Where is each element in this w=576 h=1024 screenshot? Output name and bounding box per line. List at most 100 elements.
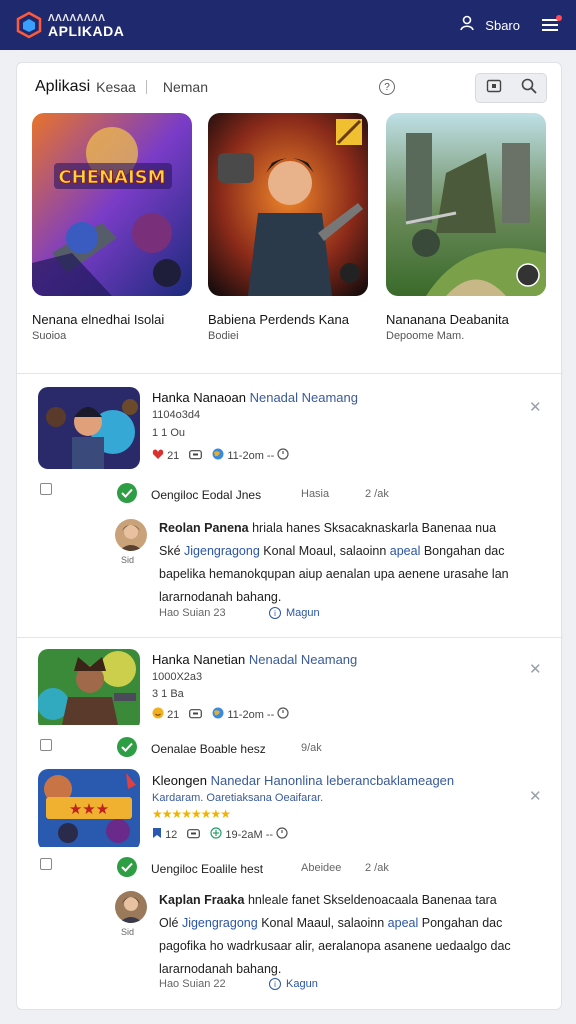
comment-icon[interactable]: [189, 450, 203, 461]
tag-right: 2 /ak: [365, 488, 389, 500]
post-title-main: Hanka Nanaoan: [152, 390, 246, 405]
time-stat: 19-2aM --: [225, 828, 274, 841]
comment-link-2[interactable]: apeal: [388, 916, 419, 930]
post-title-1[interactable]: Hanka Nanaoan Nenadal Neamang: [152, 390, 358, 405]
help-icon[interactable]: ?: [379, 79, 395, 95]
tab-neman[interactable]: Neman: [163, 79, 208, 95]
featured-subtitle-1: Suoioa: [32, 330, 67, 342]
time-stat: 11-2om --: [227, 708, 275, 721]
featured-title-1[interactable]: Nenana elnedhai Isolai: [32, 312, 192, 327]
svg-text:★★★: ★★★: [69, 800, 109, 818]
comment-line-2-mid: Konal Moaul, salaoinn: [263, 544, 387, 558]
comment-link-2[interactable]: apeal: [390, 544, 421, 558]
post-divider: [17, 637, 563, 638]
comment-reply-link[interactable]: i Kagun: [269, 978, 318, 990]
view-toggle-icon[interactable]: [486, 79, 502, 98]
search-icon[interactable]: [521, 78, 537, 99]
comment-icon[interactable]: [187, 829, 201, 840]
close-icon[interactable]: ✕: [529, 398, 542, 416]
tab-separator: [145, 80, 147, 94]
logo-line-2: APLIKADA: [48, 23, 125, 39]
tab-aplikasi[interactable]: Aplikasi: [35, 78, 90, 96]
comment-line-1: hnleale fanet Skseldenoacaala Banenaa ta…: [247, 893, 497, 907]
post-title-accent: Nanedar Hanonlina leberancbaklameagen: [210, 773, 455, 788]
post-title-2[interactable]: Hanka Nanetian Nenadal Neamang: [152, 652, 357, 667]
avatar[interactable]: [115, 519, 147, 551]
post-title-3[interactable]: Kleongen Nanedar Hanonlina leberancbakla…: [152, 773, 454, 788]
select-checkbox-1[interactable]: [40, 483, 52, 495]
like-count: 12: [165, 828, 178, 841]
comment-date: Hao Suian 22: [159, 978, 226, 990]
featured-title-3[interactable]: Nananana Deabanita: [386, 312, 546, 327]
post-title-accent: Nenadal Neamang: [248, 652, 358, 667]
post-title-main: Kleongen: [152, 773, 207, 788]
select-checkbox-3[interactable]: [40, 858, 52, 870]
heart-icon[interactable]: [152, 448, 164, 463]
post-meta-1a: 1104o3d4: [152, 409, 201, 421]
tag-mid: Abeidee: [301, 862, 342, 874]
comment-line-2-start: Olé: [159, 916, 179, 930]
close-icon[interactable]: ✕: [529, 660, 542, 678]
content-card: Aplikasi Kesaa Neman ? CHENAISM Nenana e…: [16, 62, 563, 1010]
tab-kesaa[interactable]: Kesaa: [96, 79, 136, 95]
featured-image-3[interactable]: [386, 113, 546, 296]
close-icon[interactable]: ✕: [529, 787, 542, 805]
emoji-icon[interactable]: [152, 707, 164, 722]
post-meta-1b: 1 1 Ou: [152, 427, 186, 439]
menu-icon[interactable]: [542, 15, 562, 32]
comment-body-3: Kaplan Fraaka hnleale fanet Skseldenoaca…: [159, 889, 531, 981]
featured-card-1[interactable]: CHENAISM Nenana elnedhai Isolai Suoioa: [32, 113, 192, 342]
post-tag-row-2: Oenalae Boable hesz 9/ak: [151, 742, 411, 756]
post-meta-2b: 3 1 Ba: [152, 688, 184, 700]
app-logo-text: ΛΛΛΛΛΛΛΛ APLIKADA: [48, 12, 124, 38]
comment-line-4: lararnodanah bahang.: [159, 590, 282, 604]
post-tag-row-1: Oengiloc Eodal Jnes Hasia 2 /ak: [151, 488, 411, 502]
comment-line-2-end: Bongahan dac: [423, 544, 505, 558]
post-stats-1: 21 11-2om --: [152, 448, 299, 463]
comment-author[interactable]: Kaplan Fraaka: [159, 893, 244, 907]
post-stats-2: 21 11-2om --: [152, 707, 299, 722]
tag-title[interactable]: Oenalae Boable hesz: [151, 742, 266, 756]
logo-line-1: ΛΛΛΛΛΛΛΛ: [48, 13, 106, 24]
rating-stars: ★★★★★★★★: [152, 807, 231, 821]
tag-title[interactable]: Uengiloc Eoalile hest: [151, 862, 263, 876]
select-checkbox-2[interactable]: [40, 739, 52, 751]
comment-reply-label: Magun: [286, 607, 320, 619]
clock-icon: [277, 448, 289, 463]
app-logo-icon[interactable]: [16, 11, 42, 39]
comment-reply-link[interactable]: i Magun: [269, 607, 320, 619]
comment-icon[interactable]: [189, 709, 203, 720]
avatar[interactable]: [115, 891, 147, 923]
add-circle-icon[interactable]: [210, 827, 222, 842]
featured-image-2[interactable]: [208, 113, 368, 296]
tag-mid: Hasia: [301, 488, 330, 500]
bookmark-icon[interactable]: [152, 827, 162, 842]
time-stat: 11-2om --: [227, 449, 275, 462]
globe-icon: [212, 448, 224, 463]
post-thumb-2[interactable]: [38, 649, 140, 731]
comment-author[interactable]: Reolan Panena: [159, 521, 249, 535]
featured-card-3[interactable]: Nananana Deabanita Depoome Mam.: [386, 113, 546, 342]
like-count: 21: [167, 708, 180, 721]
comment-link[interactable]: Jigengragong: [182, 916, 258, 930]
post-thumb-3[interactable]: ★★★: [38, 769, 140, 851]
info-icon: i: [269, 978, 281, 990]
comment-line-2-end: Pongahan dac: [421, 916, 503, 930]
tag-title[interactable]: Oengiloc Eodal Jnes: [151, 488, 261, 502]
comment-line-3: bapelika hemanokqupan aiup aenalan upa a…: [159, 567, 509, 581]
featured-title-2[interactable]: Babiena Perdends Kana: [208, 312, 368, 327]
featured-card-2[interactable]: Babiena Perdends Kana Bodiei: [208, 113, 368, 342]
tag-right: 9/ak: [301, 742, 322, 754]
tab-bar: Aplikasi Kesaa Neman: [35, 78, 208, 96]
featured-image-1[interactable]: CHENAISM: [32, 113, 192, 296]
comment-date: Hao Suian 23: [159, 607, 226, 619]
user-icon[interactable]: [459, 15, 475, 36]
comment-link[interactable]: Jigengragong: [184, 544, 260, 558]
user-label[interactable]: Sbaro: [485, 18, 520, 33]
comment-body-1: Reolan Panena hriala hanes Sksacaknaskar…: [159, 517, 531, 609]
clock-icon: [277, 707, 289, 722]
verified-badge-icon: [117, 737, 137, 757]
post-tag-row-3: Uengiloc Eoalile hest Abeidee 2 /ak: [151, 862, 411, 876]
post-thumb-1[interactable]: [38, 387, 140, 469]
info-icon: i: [269, 607, 281, 619]
